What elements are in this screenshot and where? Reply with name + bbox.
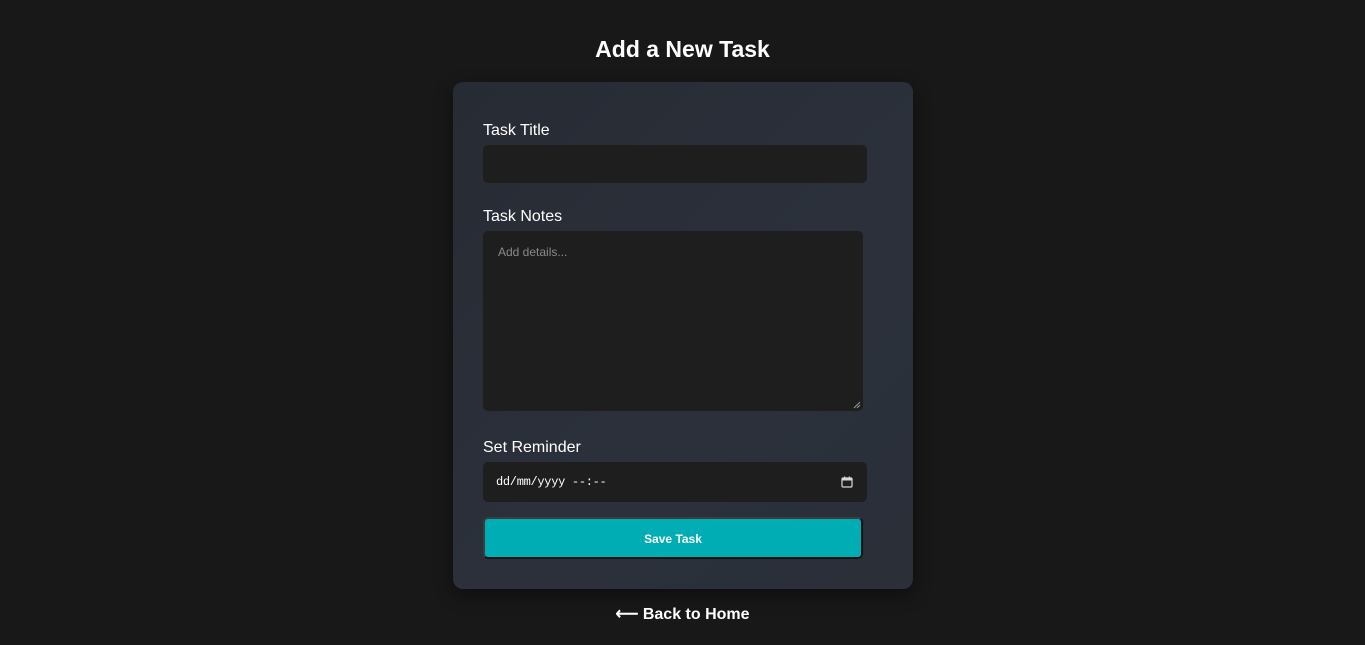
- task-notes-textarea[interactable]: [483, 231, 863, 411]
- page-title: Add a New Task: [595, 36, 770, 62]
- task-title-label: Task Title: [483, 122, 550, 139]
- task-form-card: Task Title Task Notes Set Reminder dd/mm…: [453, 82, 913, 589]
- back-to-home-label: Back to Home: [642, 606, 750, 623]
- arrow-left-icon: ⟵: [615, 606, 639, 623]
- set-reminder-label: Set Reminder: [483, 439, 581, 456]
- save-task-button[interactable]: Save Task: [483, 517, 863, 559]
- back-link-content[interactable]: ⟵ Back to Home: [615, 606, 749, 623]
- task-title-input[interactable]: [483, 145, 867, 183]
- back-to-home-link[interactable]: ⟵ Back to Home: [0, 605, 1365, 625]
- reminder-datetime-input[interactable]: dd/mm/yyyy --:--: [483, 462, 867, 502]
- resize-grip-icon[interactable]: [853, 401, 861, 409]
- page: Add a New Task Task Title Task Notes Set…: [0, 0, 1365, 645]
- task-notes-label: Task Notes: [483, 208, 563, 225]
- calendar-icon[interactable]: [841, 476, 853, 488]
- reminder-datetime-value: dd/mm/yyyy --:--: [496, 475, 607, 489]
